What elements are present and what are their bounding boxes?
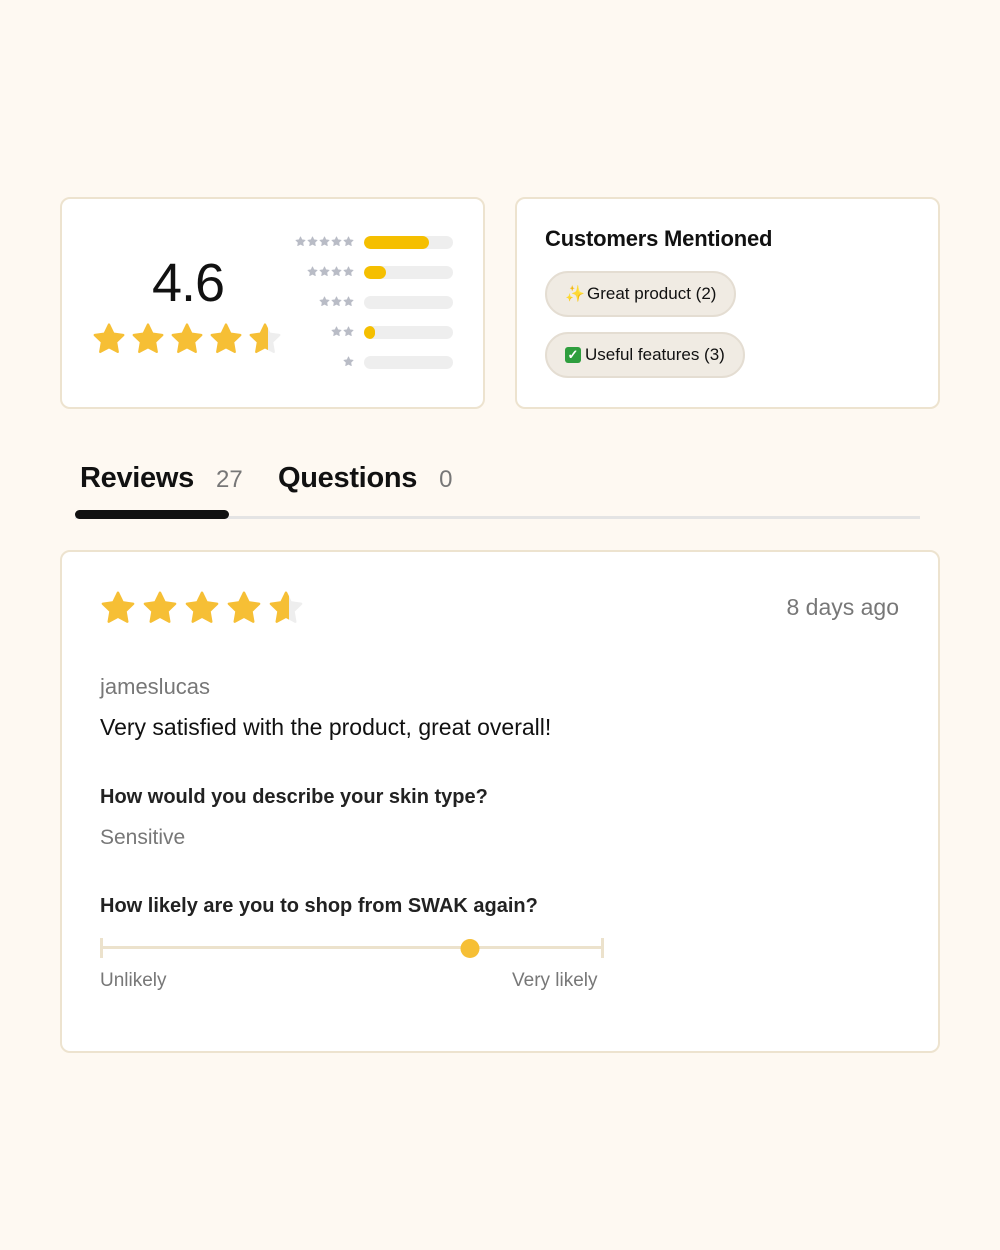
distribution-stars — [331, 326, 354, 337]
star-icon — [93, 323, 125, 354]
star-icon — [101, 591, 135, 623]
slider-thumb — [460, 939, 480, 958]
review-rating-stars — [100, 590, 304, 626]
slider-min-label: Unlikely — [100, 970, 167, 991]
star-icon — [331, 296, 342, 307]
tab-reviews-count: 27 — [215, 466, 243, 493]
distribution-bar-fill — [364, 326, 375, 339]
distribution-bar-track — [364, 296, 453, 309]
star-icon — [331, 266, 342, 277]
distribution-stars — [319, 296, 354, 307]
star-icon — [331, 326, 342, 337]
tab-questions[interactable]: Questions 0 — [278, 462, 452, 495]
reviewer-name: jameslucas — [100, 674, 211, 699]
mention-chip-useful-features[interactable]: ✓ Useful features (3) — [545, 332, 745, 378]
distribution-row-3-star — [290, 296, 460, 310]
customers-mentioned-title: Customers Mentioned — [545, 226, 773, 251]
star-icon — [249, 323, 281, 354]
star-icon — [331, 236, 342, 247]
tab-reviews[interactable]: Reviews 27 — [80, 462, 243, 495]
star-icon — [307, 236, 318, 247]
star-icon — [343, 266, 354, 277]
slider-track — [100, 946, 604, 949]
skin-type-question: How would you describe your skin type? — [100, 786, 488, 808]
distribution-row-5-star — [290, 236, 460, 250]
distribution-row-2-star — [290, 326, 460, 340]
skin-type-answer: Sensitive — [100, 826, 186, 849]
mention-chip-label: Great product (2) — [587, 284, 717, 303]
distribution-bar-track — [364, 356, 453, 369]
sparkles-icon: ✨ — [565, 286, 585, 303]
star-icon — [171, 323, 203, 354]
distribution-stars — [307, 266, 354, 277]
mention-chip-label: Useful features (3) — [585, 345, 725, 364]
distribution-bar-fill — [364, 266, 387, 279]
review-text: Very satisfied with the product, great o… — [100, 714, 552, 740]
slider-max-tick — [601, 938, 604, 958]
star-icon — [319, 296, 330, 307]
distribution-stars — [343, 356, 354, 367]
distribution-bar-fill — [364, 236, 429, 249]
distribution-bar-track — [364, 326, 453, 339]
star-icon — [143, 591, 177, 623]
star-icon — [343, 326, 354, 337]
average-rating: 4.6 — [151, 253, 225, 313]
star-icon — [319, 236, 330, 247]
distribution-stars — [295, 236, 354, 247]
star-icon — [132, 323, 164, 354]
review-date: 8 days ago — [786, 594, 899, 620]
tab-questions-count: 0 — [439, 466, 453, 493]
star-icon — [343, 296, 354, 307]
star-icon — [307, 266, 318, 277]
star-icon — [227, 591, 261, 623]
star-icon — [185, 591, 219, 623]
tab-questions-label: Questions — [278, 462, 418, 494]
shop-again-question: How likely are you to shop from SWAK aga… — [100, 895, 538, 917]
slider-min-tick — [100, 938, 103, 958]
distribution-row-4-star — [290, 266, 460, 280]
star-icon — [319, 266, 330, 277]
star-icon — [210, 323, 242, 354]
distribution-bar-track — [364, 266, 453, 279]
tab-reviews-label: Reviews — [80, 462, 194, 494]
slider-max-label: Very likely — [512, 970, 598, 991]
star-icon — [295, 236, 306, 247]
check-mark-icon: ✓ — [565, 347, 581, 363]
distribution-row-1-star — [290, 356, 460, 370]
star-icon — [269, 591, 303, 623]
distribution-bar-track — [364, 236, 453, 249]
star-icon — [343, 356, 354, 367]
mention-chip-great-product[interactable]: ✨ Great product (2) — [545, 271, 737, 317]
average-rating-stars — [92, 322, 282, 356]
shop-again-slider — [100, 938, 604, 958]
active-tab-indicator — [75, 510, 229, 519]
star-icon — [343, 236, 354, 247]
